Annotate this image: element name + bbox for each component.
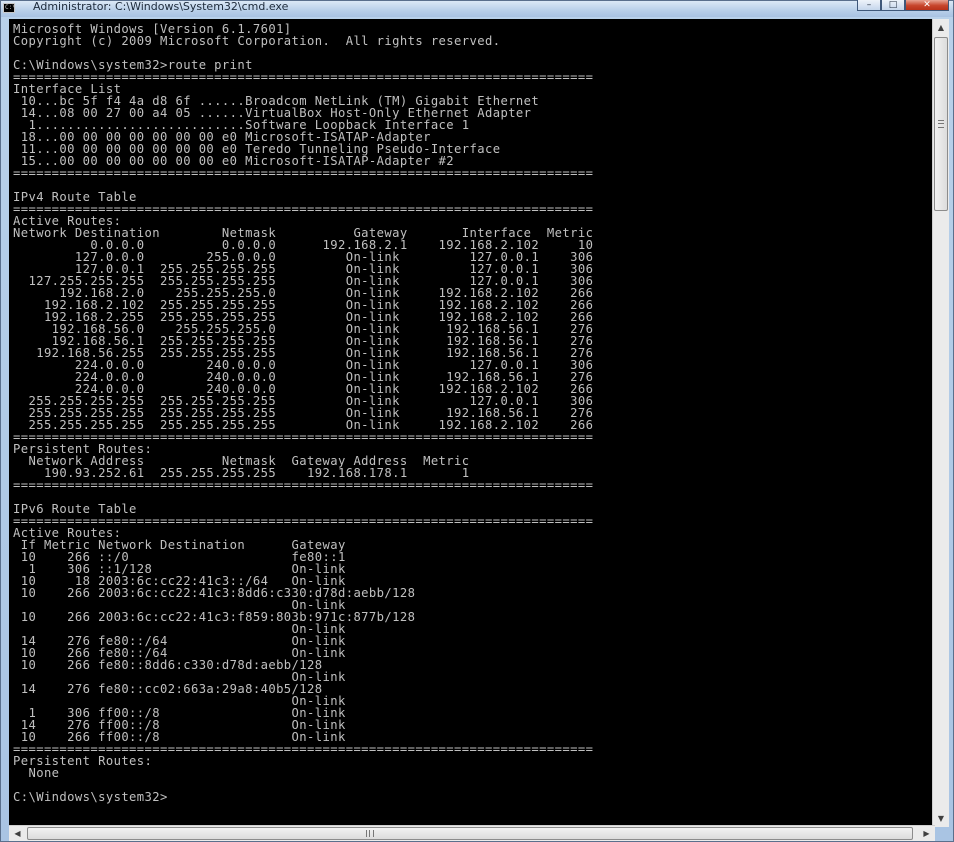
window-title: Administrator: C:\Windows\System32\cmd.e… xyxy=(33,0,289,13)
console-line: ========================================… xyxy=(13,166,594,180)
close-button[interactable]: ✕ xyxy=(905,0,949,11)
title-bar[interactable]: C:\ Administrator: C:\Windows\System32\c… xyxy=(1,0,953,17)
thumb-grip-icon xyxy=(366,830,374,837)
cmd-console-icon: C:\ xyxy=(3,3,16,13)
scroll-up-arrow-icon[interactable]: ▲ xyxy=(933,19,949,36)
console-line: None xyxy=(13,766,60,780)
thumb-grip-icon xyxy=(938,120,944,128)
maximize-button[interactable]: □ xyxy=(881,0,905,11)
console-line: ========================================… xyxy=(13,478,594,492)
scroll-left-arrow-icon[interactable]: ◀ xyxy=(9,826,26,841)
horizontal-scrollbar[interactable]: ◀ ▶ xyxy=(9,825,935,841)
console-output-area[interactable]: Microsoft Windows [Version 6.1.7601] Cop… xyxy=(9,19,935,827)
minimize-button[interactable]: – xyxy=(857,0,881,11)
cmd-window: C:\ Administrator: C:\Windows\System32\c… xyxy=(0,0,954,842)
console-line: Copyright (c) 2009 Microsoft Corporation… xyxy=(13,34,501,48)
scroll-down-arrow-icon[interactable]: ▼ xyxy=(933,810,949,827)
vertical-scroll-thumb[interactable] xyxy=(934,37,948,211)
horizontal-scroll-thumb[interactable] xyxy=(27,827,913,840)
scroll-right-arrow-icon[interactable]: ▶ xyxy=(918,826,935,841)
console-line: C:\Windows\system32> xyxy=(13,790,168,804)
caption-buttons: – □ ✕ xyxy=(857,0,949,11)
vertical-scrollbar[interactable]: ▲ ▼ xyxy=(932,19,949,827)
console-text: Microsoft Windows [Version 6.1.7601] Cop… xyxy=(13,23,593,803)
